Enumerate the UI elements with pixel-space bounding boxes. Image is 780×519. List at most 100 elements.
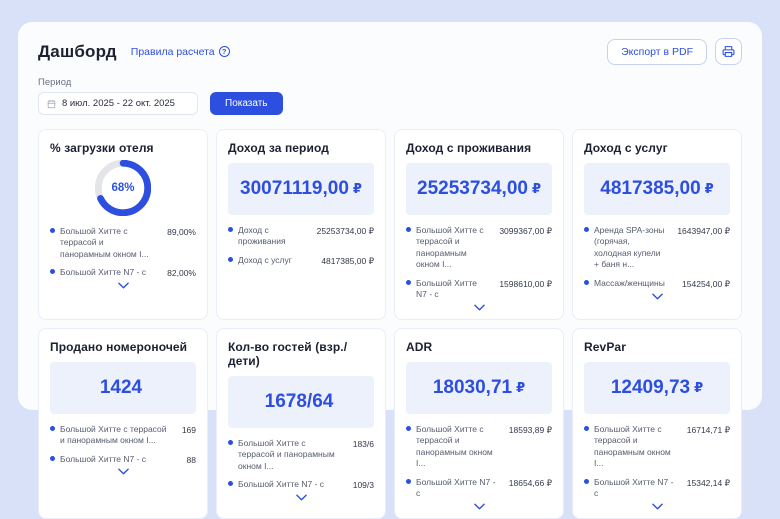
item-value: 169: [182, 425, 196, 435]
breakdown-list: Большой Хитте с террасой и панорамным ок…: [50, 424, 196, 465]
chevron-down-icon: [652, 503, 663, 510]
bullet-dot-icon: [584, 227, 589, 232]
list-item: Большой Хитте с террасой и панорамным ок…: [228, 438, 374, 472]
big-value: 1424: [100, 377, 142, 399]
header: Дашборд Правила расчета ? Экспорт в PDF: [38, 38, 742, 65]
bullet-dot-icon: [50, 269, 55, 274]
item-value: 109/3: [353, 480, 374, 490]
expand-list-button[interactable]: [646, 292, 669, 301]
item-label: Большой Хитте N7 - с: [594, 477, 682, 500]
item-label: Большой Хитте с террасой и панорамным ок…: [60, 226, 162, 260]
card-title: ADR: [406, 340, 552, 354]
item-label: Большой Хитте с террасой и панорамным ок…: [60, 424, 177, 447]
item-label: Большой Хитте N7 - с: [238, 479, 348, 490]
date-range-input[interactable]: [62, 98, 189, 109]
calendar-icon: [47, 99, 56, 109]
bullet-dot-icon: [406, 280, 411, 285]
item-label: Аренда SPA-зоны (горячая, холодная купел…: [594, 225, 672, 271]
date-range-field[interactable]: [38, 92, 198, 115]
card-title: Кол-во гостей (взр./дети): [228, 340, 374, 368]
item-label: Большой Хитте с террасой и панорамным ок…: [594, 424, 682, 470]
show-button[interactable]: Показать: [210, 92, 283, 115]
bullet-dot-icon: [50, 228, 55, 233]
chevron-down-icon: [118, 468, 129, 475]
chevron-down-icon: [652, 293, 663, 300]
breakdown-list: Доход с проживания 25253734,00 ₽ Доход с…: [228, 225, 374, 267]
bullet-dot-icon: [406, 426, 411, 431]
occupancy-donut-chart: 68%: [95, 160, 151, 216]
expand-list-button[interactable]: [290, 493, 313, 502]
breakdown-list: Большой Хитте с террасой и панорамным ок…: [406, 424, 552, 500]
big-value-box: 1424: [50, 362, 196, 414]
period-label: Период: [38, 77, 742, 88]
header-actions: Экспорт в PDF: [607, 38, 742, 65]
expand-list-button[interactable]: [468, 303, 491, 312]
period-row: Показать: [38, 92, 742, 115]
big-value-box: 12409,73 ₽: [584, 362, 730, 414]
item-value: 183/6: [353, 439, 374, 449]
bullet-dot-icon: [50, 426, 55, 431]
list-item: Большой Хитте N7 - с 15342,14 ₽: [584, 477, 730, 500]
question-circle-icon: ?: [219, 46, 230, 57]
card-title: % загрузки отеля: [50, 141, 196, 155]
expand-list-button[interactable]: [468, 502, 491, 511]
card-title: Доход за период: [228, 141, 374, 155]
list-item: Доход с услуг 4817385,00 ₽: [228, 255, 374, 267]
card-revenue-period: Доход за период 30071119,00 ₽ Доход с пр…: [216, 129, 386, 320]
dashboard-panel: Дашборд Правила расчета ? Экспорт в PDF …: [18, 22, 762, 410]
item-value: 1598610,00 ₽: [499, 279, 552, 290]
item-label: Доход с проживания: [238, 225, 312, 248]
list-item: Большой Хитте с террасой и панорамным ок…: [406, 424, 552, 470]
card-title: Доход с проживания: [406, 141, 552, 155]
expand-list-button[interactable]: [112, 281, 135, 290]
item-value: 18593,89 ₽: [509, 425, 552, 436]
donut-percent-label: 68%: [95, 160, 151, 216]
item-label: Большой Хитте с террасой и панорамным ок…: [238, 438, 348, 472]
item-value: 3099367,00 ₽: [499, 226, 552, 237]
export-pdf-button[interactable]: Экспорт в PDF: [607, 39, 707, 65]
big-value: 12409,73: [611, 377, 690, 399]
big-value: 25253734,00: [417, 178, 528, 200]
item-label: Большой Хитте N7 - с: [60, 267, 162, 278]
bullet-dot-icon: [228, 257, 233, 262]
card-room-nights: Продано номероночей 1424 Большой Хитте с…: [38, 328, 208, 519]
chevron-down-icon: [296, 494, 307, 501]
item-value: 15342,14 ₽: [687, 478, 730, 489]
list-item: Большой Хитте с террасой и панорамным ок…: [584, 424, 730, 470]
page-title: Дашборд: [38, 42, 117, 62]
big-value: 1678/64: [265, 391, 334, 413]
chevron-down-icon: [118, 282, 129, 289]
big-value: 18030,71: [433, 377, 512, 399]
breakdown-list: Большой Хитте с террасой и панорамным ок…: [228, 438, 374, 491]
calculation-rules-link[interactable]: Правила расчета ?: [131, 46, 230, 58]
rules-link-label: Правила расчета: [131, 46, 215, 58]
chevron-down-icon: [474, 304, 485, 311]
item-label: Доход с услуг: [238, 255, 316, 266]
card-revenue-accommodation: Доход с проживания 25253734,00 ₽ Большой…: [394, 129, 564, 320]
item-value: 154254,00 ₽: [682, 279, 730, 290]
print-button[interactable]: [715, 38, 742, 65]
card-title: Доход с услуг: [584, 141, 730, 155]
chevron-down-icon: [474, 503, 485, 510]
ruble-currency-symbol: ₽: [516, 380, 525, 396]
card-adr: ADR 18030,71 ₽ Большой Хитте с террасой …: [394, 328, 564, 519]
card-revenue-services: Доход с услуг 4817385,00 ₽ Аренда SPA-зо…: [572, 129, 742, 320]
ruble-currency-symbol: ₽: [705, 181, 714, 197]
big-value-box: 25253734,00 ₽: [406, 163, 552, 215]
breakdown-list: Большой Хитте с террасой и панорамным ок…: [50, 226, 196, 279]
item-value: 4817385,00 ₽: [321, 256, 374, 267]
expand-list-button[interactable]: [646, 502, 669, 511]
bullet-dot-icon: [584, 280, 589, 285]
breakdown-list: Большой Хитте с террасой и панорамным ок…: [406, 225, 552, 301]
list-item: Большой Хитте N7 - с 82,00%: [50, 267, 196, 278]
item-label: Большой Хитте с террасой и панорамным ок…: [416, 424, 504, 470]
big-value-box: 4817385,00 ₽: [584, 163, 730, 215]
list-item: Большой Хитте с террасой и панорамным ок…: [406, 225, 552, 271]
card-title: Продано номероночей: [50, 340, 196, 354]
bullet-dot-icon: [584, 426, 589, 431]
expand-list-button[interactable]: [112, 467, 135, 476]
item-label: Большой Хитте с террасой и панорамным ок…: [416, 225, 494, 271]
bullet-dot-icon: [584, 479, 589, 484]
list-item: Большой Хитте N7 - с 1598610,00 ₽: [406, 278, 552, 301]
bullet-dot-icon: [228, 440, 233, 445]
